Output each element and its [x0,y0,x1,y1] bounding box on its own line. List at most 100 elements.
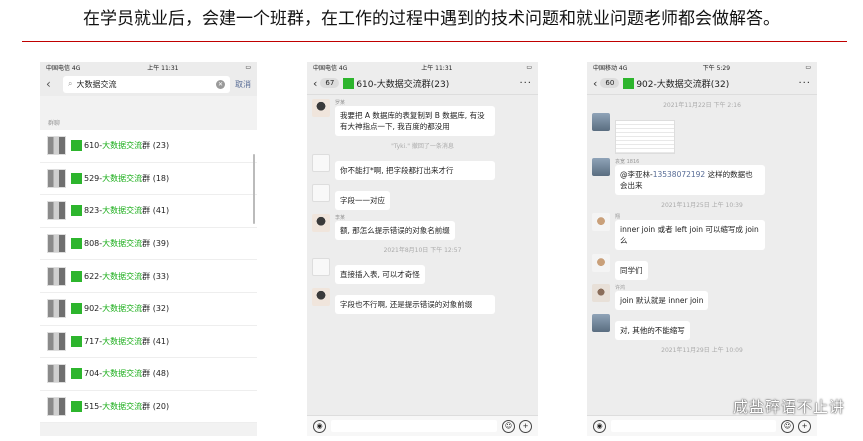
group-avatar [47,364,66,384]
message-bubble: inner join 或者 left join 可以缩写成 join 么 [615,220,765,250]
group-prefix: 717- [84,336,103,346]
scrollbar[interactable] [253,154,255,224]
avatar[interactable] [312,214,330,232]
message: 袁宽 1816 @李亚林-13538072192 这样的数据也会出来 [587,158,817,195]
avatar[interactable] [592,213,610,231]
group-suffix: 群 (32) [142,304,170,314]
group-avatar [47,331,66,351]
clock: 下午 5:29 [702,64,731,72]
back-icon[interactable]: ‹ [593,77,597,90]
sender-name: 罗某 [335,100,346,106]
group-highlight: 大数据交流 [102,369,143,379]
sender-name: 李某 [335,215,346,221]
avatar[interactable] [312,184,330,202]
group-row[interactable]: 902- 大数据交流群 (32) [40,292,257,326]
group-suffix: 群 (20) [142,402,170,412]
input-bar: ◉ ☺ + [587,415,817,436]
group-avatar [47,234,66,254]
clear-icon[interactable]: ✕ [216,79,225,89]
search-value: 大数据交流 [76,79,117,89]
message: 李某 额, 那怎么提示错误的对象名前缀 [307,214,538,240]
group-row[interactable]: 529- 大数据交流群 (18) [40,162,257,196]
clock: 上午 11:31 [421,64,453,72]
battery-icon: ▭ [805,63,811,71]
group-icon [71,401,82,413]
group-highlight: 大数据交流 [102,239,143,249]
search-input[interactable]: ⌕ 大数据交流 ✕ [63,75,230,93]
plus-icon[interactable]: + [798,419,811,433]
message: 许鸿 join 默认就是 inner join [587,284,817,310]
voice-icon[interactable]: ◉ [313,419,326,433]
phone-chat-902: 中国移动 4G 下午 5:29 ▭ ‹ 60 902-大数据交流群(32) ··… [587,62,817,436]
avatar[interactable] [592,254,610,272]
chat-title: 610-大数据交流群(23) [356,79,450,90]
group-row[interactable]: 704- 大数据交流群 (48) [40,358,257,391]
message: 对, 其他的不能缩写 [587,314,817,340]
more-icon[interactable]: ··· [519,78,532,89]
chat-header: ‹ 60 902-大数据交流群(32) ··· [587,72,817,95]
avatar[interactable] [312,288,330,306]
unread-badge: 60 [600,78,620,88]
battery-icon: ▭ [245,63,251,71]
message-input[interactable] [331,420,497,432]
group-icon [623,77,635,89]
page-title: 在学员就业后，会建一个班群，在工作的过程中遇到的技术问题和就业问题老师都会做解答… [83,9,780,29]
avatar[interactable] [592,158,610,176]
carrier: 中国移动 4G [593,64,628,72]
group-highlight: 大数据交流 [102,304,143,314]
group-avatar [47,266,66,286]
message-input[interactable] [611,420,776,432]
phone-link[interactable]: 13538072192 [653,170,706,179]
timestamp: 2021年11月22日 下午 2:16 [663,102,741,109]
input-bar: ◉ ☺ + [307,415,538,436]
avatar[interactable] [312,154,330,172]
group-suffix: 群 (39) [142,239,170,249]
emoji-icon[interactable]: ☺ [781,419,794,433]
group-icon [71,335,82,347]
back-icon[interactable]: ‹ [46,77,58,91]
status-bar: 中国电信 4G 上午 11:31 ▭ [40,62,257,72]
message: 翔 inner join 或者 left join 可以缩写成 join 么 [587,213,817,250]
avatar[interactable] [312,258,330,276]
group-highlight: 大数据交流 [102,336,143,346]
group-avatar [47,397,66,417]
voice-icon[interactable]: ◉ [593,419,606,433]
group-avatar [47,201,66,221]
avatar[interactable] [592,284,610,302]
group-prefix: 808- [84,239,103,249]
group-row[interactable]: 515- 大数据交流群 (20) [40,390,257,424]
group-icon [71,140,82,152]
timestamp: 2021年11月29日 上午 10:09 [661,347,743,354]
sender-name: 许鸿 [615,285,626,291]
group-icon [71,270,82,282]
group-icon [71,303,82,315]
group-icon [71,172,82,184]
group-row[interactable]: 610- 大数据交流群 (23) [40,130,257,163]
message-bubble: 字段也不行啊, 还是提示错误的对象前缀 [335,295,495,314]
back-icon[interactable]: ‹ [313,77,317,90]
group-avatar [47,136,66,156]
avatar[interactable] [592,314,610,332]
message: 直接插入表, 可以才奇怪 [307,258,538,284]
message-bubble: 我要把 A 数据库的表复制到 B 数据库, 有没有大神指点一下, 我百度的都没用 [335,106,495,136]
search-bar: ‹ ⌕ 大数据交流 ✕ 取消 [40,72,257,96]
sender-name: 袁宽 1816 [615,159,640,165]
emoji-icon[interactable]: ☺ [502,419,515,433]
recall-notice: "Tyki." 撤回了一条消息 [391,143,454,150]
avatar[interactable] [312,99,330,117]
group-avatar [47,168,66,188]
group-list: 610- 大数据交流群 (23) 529- 大数据交流群 (18) 823- 大数据交流群… [40,130,257,424]
cancel-button[interactable]: 取消 [235,79,251,90]
more-icon[interactable]: ··· [798,78,811,89]
group-row[interactable]: 823- 大数据交流群 (41) [40,195,257,228]
group-highlight: 大数据交流 [102,271,143,281]
message-bubble: join 默认就是 inner join [615,291,709,310]
screenshot-thumbnail[interactable] [615,120,675,154]
plus-icon[interactable]: + [519,419,532,433]
phone-search-screen: 中国电信 4G 上午 11:31 ▭ ‹ ⌕ 大数据交流 ✕ 取消 群聊 610… [40,62,257,436]
unread-badge: 67 [320,78,340,88]
group-row[interactable]: 808- 大数据交流群 (39) [40,227,257,261]
group-row[interactable]: 622- 大数据交流群 (33) [40,260,257,293]
group-row[interactable]: 717- 大数据交流群 (41) [40,325,257,359]
avatar[interactable] [592,113,610,131]
